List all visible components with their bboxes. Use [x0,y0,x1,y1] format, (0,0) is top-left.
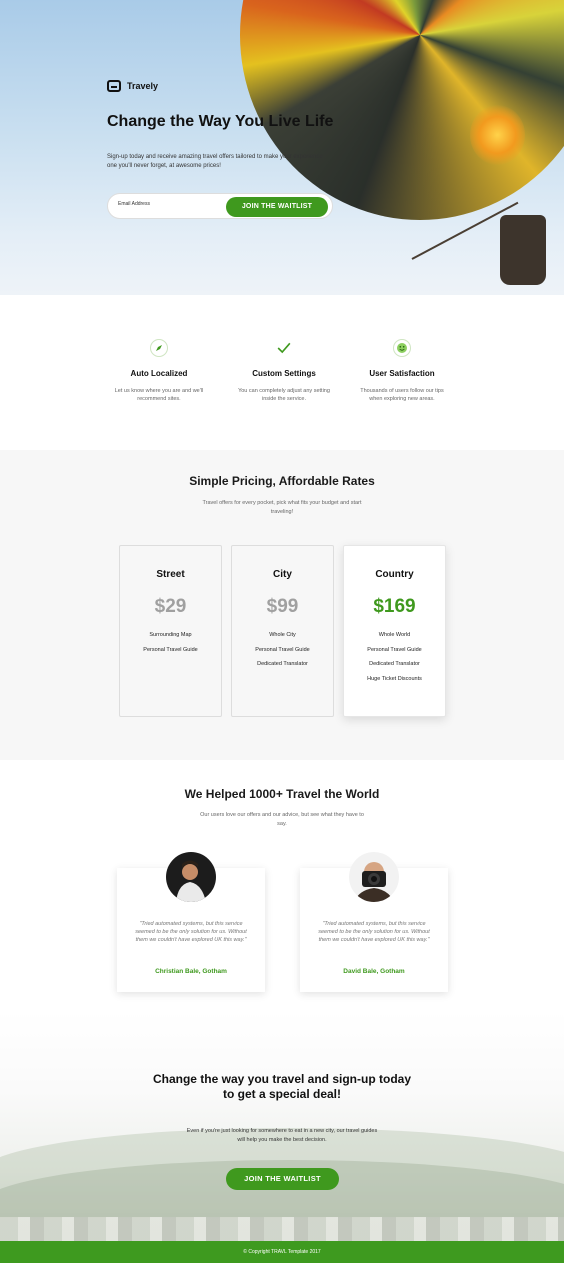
plan-card-country[interactable]: Country $169 Whole World Personal Travel… [343,545,446,717]
testimonial-author: David Bale, Gotham [343,968,405,975]
plan-price: $29 [154,596,187,617]
hero-section: Travely Change the Way You Live Life Sig… [0,0,564,295]
testimonial-card: "Tried automated systems, but this servi… [117,852,265,992]
balloon-basket [500,215,546,285]
plan-feature: Dedicated Translator [257,661,308,667]
plan-features: Whole City Personal Travel Guide Dedicat… [232,628,333,672]
plan-feature: Dedicated Translator [369,661,420,667]
smiley-icon [393,339,411,357]
plan-feature: Whole World [378,632,411,638]
join-waitlist-button[interactable]: JOIN THE WAITLIST [226,197,328,217]
suitcase-icon [107,80,121,92]
checkmark-icon [275,339,293,357]
hero-title: Change the Way You Live Life [107,113,334,130]
plan-price: $169 [373,596,416,617]
plan-feature: Personal Travel Guide [143,646,198,653]
avatar [166,852,216,902]
footer: © Copyright TRAVL Template 2017 [0,1241,564,1263]
feature-custom-settings: Custom Settings You can completely adjus… [229,339,339,403]
plan-features: Whole World Personal Travel Guide Dedica… [344,628,445,686]
feature-title: Custom Settings [252,369,316,378]
feature-title: User Satisfaction [369,369,435,378]
feature-title: Auto Localized [130,369,188,378]
plan-card-city[interactable]: City $99 Whole City Personal Travel Guid… [231,545,334,717]
testimonial-author: Christian Bale, Gotham [155,968,227,975]
feature-auto-localized: Auto Localized Let us know where you are… [104,339,214,403]
testimonial-card: "Tried automated systems, but this servi… [300,852,448,992]
plan-feature: Whole City [269,632,296,638]
testimonials-title: We Helped 1000+ Travel the World [184,787,380,801]
plan-features: Surrounding Map Personal Travel Guide [120,628,221,657]
compass-icon [150,339,168,357]
plan-name: City [273,569,292,580]
cta-subtitle: Even if you're just looking for somewher… [186,1128,378,1143]
feature-description: You can completely adjust any setting in… [238,388,330,402]
pricing-section: Simple Pricing, Affordable Rates Travel … [0,450,564,760]
plan-feature: Huge Ticket Discounts [367,675,422,682]
plan-price: $99 [266,596,299,617]
cta-title: Change the way you travel and sign-up to… [152,1072,412,1101]
plan-feature: Surrounding Map [149,632,192,638]
plan-name: Street [156,569,185,580]
pricing-title: Simple Pricing, Affordable Rates [189,474,375,488]
plan-feature: Personal Travel Guide [255,646,310,653]
cta-section: Change the way you travel and sign-up to… [0,1010,564,1241]
feature-description: Thousands of users follow our tips when … [360,388,444,402]
hero-subtitle: Sign-up today and receive amazing travel… [107,154,323,169]
testimonial-quote: "Tried automated systems, but this servi… [318,921,430,943]
testimonials-subtitle: Our users love our offers and our advice… [200,812,364,827]
testimonial-quote: "Tried automated systems, but this servi… [135,921,247,943]
avatar [349,852,399,902]
email-input[interactable] [118,201,218,207]
plan-card-street[interactable]: Street $29 Surrounding Map Personal Trav… [119,545,222,717]
plan-name: Country [375,569,414,580]
join-waitlist-button[interactable]: JOIN THE WAITLIST [226,1168,339,1190]
burner-flame [470,105,525,165]
background-town [0,1217,564,1241]
copyright-text: © Copyright TRAVL Template 2017 [243,1249,321,1255]
feature-description: Let us know where you are and we'll reco… [114,388,204,402]
hot-air-balloon-image [240,0,564,220]
feature-user-satisfaction: User Satisfaction Thousands of users fol… [347,339,457,403]
signup-form: JOIN THE WAITLIST [107,193,333,219]
brand-name: Travely [127,81,159,91]
brand-logo[interactable]: Travely [107,80,158,92]
pricing-subtitle: Travel offers for every pocket, pick wha… [202,500,362,515]
plan-feature: Personal Travel Guide [367,646,422,653]
